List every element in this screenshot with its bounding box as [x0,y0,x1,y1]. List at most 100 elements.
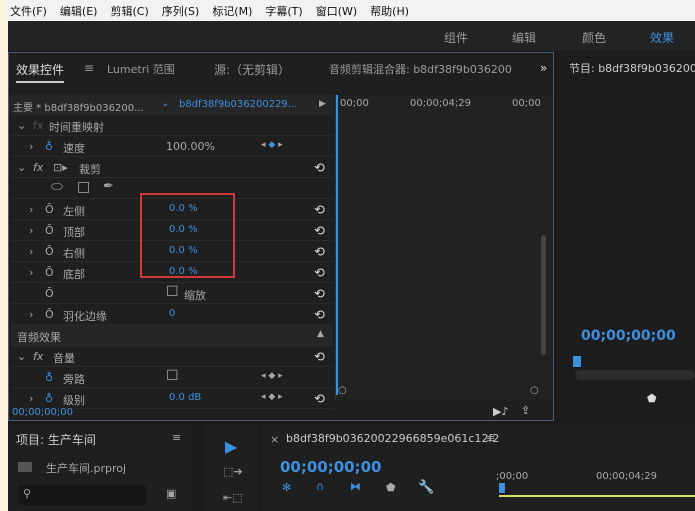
menu-title[interactable]: 字幕(T) [265,3,302,19]
menu-help[interactable]: 帮助(H) [370,3,409,19]
keyframe-nav[interactable]: ◂ ◆ ▸ [261,371,283,381]
tab-lumetri-scopes[interactable]: Lumetri 范围 [107,61,175,77]
selection-tool-icon[interactable]: ▶ [225,437,237,456]
timeline-timecode[interactable]: 00;00;00;00 [280,458,382,476]
ruler-label: 00;00 [340,98,369,109]
program-title: 节目: b8df38f9b036200 [569,62,695,75]
effect-volume[interactable]: ⌄ fx 音量 ⟲ [11,346,333,367]
panel-menu-icon[interactable]: ≡ [84,61,94,75]
new-bin-icon[interactable]: ▣ [166,487,176,500]
workspace-color[interactable]: 颜色 [582,29,606,46]
bypass-checkbox[interactable]: ☐ [166,368,179,384]
reset-icon[interactable]: ⟲ [314,350,325,365]
reset-icon[interactable]: ⟲ [314,161,325,176]
stopwatch-icon: ♁ [45,392,54,405]
effect-time-remap[interactable]: ⌄ fx 时间重映射 [11,115,333,136]
search-icon: ⚲ [23,487,32,500]
keyframe-nav[interactable]: ◂ ◆ ▸ [261,392,283,402]
snap-icon[interactable]: ∩ [316,480,324,493]
zoom-handle-icon[interactable]: ○ [530,385,539,396]
stopwatch-icon: Ō [45,308,54,321]
menu-clip[interactable]: 剪辑(C) [110,3,148,19]
param-zoom: Ō ☐ 缩放 ⟲ [11,283,333,304]
zoom-scrollbar[interactable] [575,370,695,380]
reset-icon[interactable]: ⟲ [314,245,325,260]
panel-menu-icon[interactable]: ≡ [486,432,495,445]
play-icon[interactable]: ▶ [319,99,326,109]
keyframe-nav[interactable]: ◂ ◆ ▸ [261,140,283,150]
ellipse-mask-icon[interactable]: ⬭ [51,179,63,195]
reset-icon[interactable]: ⟲ [314,224,325,239]
keyframe-timeline[interactable]: 00;00 00;00;04;29 00;00 ○ ○ [335,95,553,401]
work-area-bar[interactable] [499,495,695,497]
playhead[interactable] [336,95,338,395]
program-timecode[interactable]: 00;00;00;00 [581,328,676,344]
stopwatch-icon: Ō [45,266,54,279]
highlight-box [140,193,235,278]
menu-bar: 文件(F) 编辑(E) 剪辑(C) 序列(S) 标记(M) 字幕(T) 窗口(W… [0,0,695,21]
workspace-assembly[interactable]: 组件 [444,29,468,46]
close-icon[interactable]: × [270,433,279,446]
stopwatch-icon: Ō [45,224,54,237]
workspace-editing[interactable]: 编辑 [512,29,536,46]
background-margin [0,0,8,511]
ruler-label: ;00;00 [496,471,529,482]
sequence-tab[interactable]: b8df38f9b03620022966859e061c12f2 [286,432,499,445]
effect-controls-panel: 效果控件 ≡ Lumetri 范围 源:（无剪辑） 音频剪辑混合器: b8df3… [8,52,554,421]
menu-file[interactable]: 文件(F) [10,3,47,19]
nest-icon[interactable]: ✻ [282,481,291,494]
param-level: › ♁ 级别 0.0 dB ◂ ◆ ▸ ⟲ [11,388,333,409]
speed-value[interactable]: 100.00% [166,140,215,153]
collapse-icon[interactable]: ▲ [317,329,324,339]
playhead[interactable] [499,483,505,493]
scrollbar[interactable] [541,235,546,355]
clip-selector[interactable]: b8df38f9b036200229... [179,99,297,110]
ruler-label: 00;00;04;29 [410,98,472,109]
workspace-bar: 组件 编辑 颜色 效果 [0,21,695,51]
reset-icon[interactable]: ⟲ [314,266,325,281]
export-icon[interactable]: ⇪ [521,404,530,417]
feather-value[interactable]: 0 [169,308,175,319]
playhead[interactable] [573,356,581,367]
program-monitor: 节目: b8df38f9b036200 00;00;00;00 ⬟ [557,52,695,421]
tab-source[interactable]: 源:（无剪辑） [214,61,290,78]
param-speed: › ♁ 速度 100.00% ◂ ◆ ▸ [11,136,333,157]
chevron-down-icon[interactable]: ⌄ [161,98,169,109]
linked-selection-icon[interactable]: ⧓ [350,480,361,493]
reset-icon[interactable]: ⟲ [314,203,325,218]
rectangle-mask-icon[interactable]: □ [77,179,90,195]
transform-icon: ⊡▸ [53,161,68,174]
effect-crop[interactable]: ⌄ fx ⊡▸ 裁剪 ⟲ [11,157,333,178]
workspace-effects[interactable]: 效果 [650,29,674,46]
project-title: 项目: 生产车间 [16,433,96,447]
tab-audio-clip-mixer[interactable]: 音频剪辑混合器: b8df38f9b036200 [329,61,512,77]
panel-menu-icon[interactable]: ≡ [172,431,181,444]
tools-panel: ▶ ⬚➔ ⇤⬚ [205,425,257,511]
track-select-tool-icon[interactable]: ⬚➔ [223,465,243,478]
project-file[interactable]: 生产车间.prproj [46,460,126,476]
reset-icon[interactable]: ⟲ [314,392,325,407]
pen-mask-icon[interactable]: ✒ [103,179,114,194]
menu-sequence[interactable]: 序列(S) [162,3,200,19]
search-input[interactable]: ⚲ [18,485,146,505]
audio-effects-header: 音频效果 ▲ [11,325,333,346]
menu-window[interactable]: 窗口(W) [316,3,357,19]
menu-marker[interactable]: 标记(M) [212,3,252,19]
reset-icon[interactable]: ⟲ [314,287,325,302]
zoom-checkbox[interactable]: ☐ [166,284,179,300]
zoom-handle-icon[interactable]: ○ [338,385,347,396]
panel-overflow-icon[interactable]: » [540,61,547,75]
marker-icon[interactable]: ⬟ [647,392,657,405]
current-timecode[interactable]: 00;00;00;00 [12,407,73,418]
reset-icon[interactable]: ⟲ [314,308,325,323]
ripple-edit-tool-icon[interactable]: ⇤⬚ [223,491,243,504]
play-audio-icon[interactable]: ▶♪ [493,405,508,418]
master-clip-label: 主要 * b8df38f9b036200... [13,103,144,114]
stopwatch-icon: ♁ [45,371,54,384]
level-value[interactable]: 0.0 dB [169,392,201,403]
tab-effect-controls[interactable]: 效果控件 [16,61,65,83]
add-marker-icon[interactable]: ⬟ [386,481,396,494]
wrench-icon[interactable]: 🔧 [418,480,434,495]
timeline-panel: × b8df38f9b03620022966859e061c12f2 ≡ 00;… [262,425,695,511]
menu-edit[interactable]: 编辑(E) [60,3,98,19]
